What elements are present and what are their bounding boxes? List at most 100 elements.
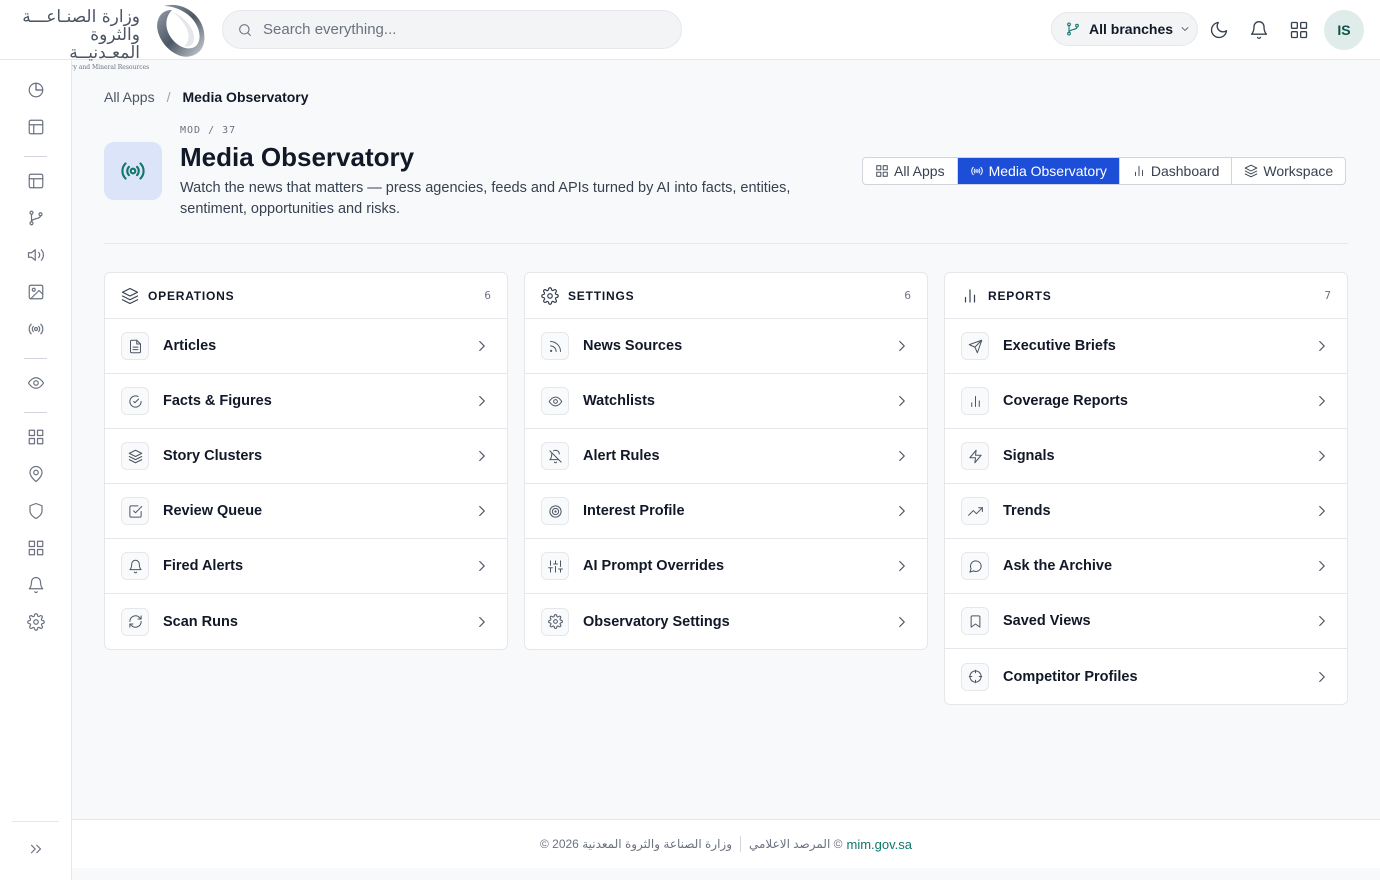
sidebar-item-media-observatory[interactable] — [24, 317, 48, 341]
link-observatory-settings[interactable]: Observatory Settings — [525, 594, 927, 649]
sidebar-item-apps[interactable] — [24, 425, 48, 449]
send-icon — [968, 339, 982, 353]
breadcrumb-separator: / — [166, 89, 171, 105]
moon-icon[interactable] — [1209, 20, 1229, 40]
search-input[interactable] — [263, 21, 643, 38]
row-label: Review Queue — [163, 503, 263, 519]
row-icon-box — [121, 442, 149, 470]
sidebar-item-branches[interactable] — [24, 206, 48, 230]
tab-workspace[interactable]: Workspace — [1232, 158, 1345, 184]
row-icon-box — [121, 607, 149, 636]
sidebar-item-locations[interactable] — [24, 462, 48, 486]
row-label: Coverage Reports — [1003, 393, 1128, 409]
broadcast-icon — [970, 166, 983, 176]
global-search[interactable] — [222, 10, 682, 49]
row-label: Ask the Archive — [1003, 558, 1113, 574]
sidebar-item-layout-2[interactable] — [24, 169, 48, 193]
tab-dashboard[interactable]: Dashboard — [1120, 158, 1233, 184]
footer-app-name: المرصد الاعلامي © — [749, 837, 843, 851]
shield-icon — [29, 502, 43, 520]
row-icon-box — [541, 332, 569, 360]
chevron-right-icon — [479, 505, 485, 517]
gear-icon — [27, 613, 45, 631]
sidebar-item-settings[interactable] — [24, 610, 48, 634]
link-news-sources[interactable]: News Sources — [525, 319, 927, 374]
search-icon — [239, 23, 251, 36]
sidebar-item-media[interactable] — [24, 280, 48, 304]
gear-icon — [541, 286, 559, 305]
section-header: OPERATIONS 6 — [105, 273, 507, 319]
bar-chart-icon — [1134, 165, 1143, 177]
tab-media-observatory[interactable]: Media Observatory — [957, 158, 1120, 184]
broadcast-icon — [121, 162, 145, 180]
link-executive-briefs[interactable]: Executive Briefs — [945, 319, 1347, 374]
row-label: Scan Runs — [163, 613, 238, 630]
link-scan-runs[interactable]: Scan Runs — [105, 594, 507, 649]
row-label: Fired Alerts — [163, 558, 244, 574]
footer-website-link[interactable]: mim.gov.sa — [847, 837, 913, 852]
link-trends[interactable]: Trends — [945, 484, 1347, 539]
branch-selector-label: All branches — [1089, 21, 1174, 37]
module-tabs: All Apps Media Observatory Dashboard Wor… — [862, 157, 1347, 185]
row-icon-box — [121, 497, 149, 525]
sidebar-item-announcements[interactable] — [24, 243, 48, 267]
logo-arabic-line2: والثروة المعـدنيــة — [69, 25, 140, 63]
footer-copyright: © 2026 وزارة الصناعة والثروة المعدنية — [539, 837, 732, 851]
row-icon-box — [961, 332, 989, 360]
breadcrumb-all-apps[interactable]: All Apps — [104, 89, 155, 105]
link-saved-views[interactable]: Saved Views — [945, 594, 1347, 649]
sidebar-item-watch[interactable] — [24, 371, 48, 395]
git-branch-icon — [29, 210, 43, 226]
sidebar-item-apps-2[interactable] — [24, 536, 48, 560]
chevron-right-icon — [899, 450, 905, 462]
megaphone-icon — [27, 249, 44, 261]
link-ask-the-archive[interactable]: Ask the Archive — [945, 539, 1347, 594]
row-icon-box — [961, 442, 989, 470]
chevron-right-icon — [479, 450, 485, 462]
ministry-logo[interactable]: وزارة الصنـاعـــة والثروة المعـدنيــة Mi… — [14, 2, 210, 71]
sidebar-item-analytics[interactable] — [24, 78, 48, 102]
row-label: Story Clusters — [163, 448, 263, 464]
link-articles[interactable]: Articles — [105, 319, 507, 374]
bell-icon — [28, 576, 44, 594]
link-alert-rules[interactable]: Alert Rules — [525, 429, 927, 484]
tab-all-apps[interactable]: All Apps — [863, 158, 958, 184]
link-fired-alerts[interactable]: Fired Alerts — [105, 539, 507, 594]
sidebar-separator — [24, 412, 47, 413]
link-competitor-profiles[interactable]: Competitor Profiles — [945, 649, 1347, 704]
row-icon-box — [961, 607, 989, 635]
link-interest-profile[interactable]: Interest Profile — [525, 484, 927, 539]
chevron-right-icon — [899, 340, 905, 352]
branch-selector[interactable]: All branches — [1051, 12, 1198, 46]
refresh-icon — [128, 615, 142, 628]
chevron-right-icon — [479, 616, 485, 627]
row-label: Trends — [1003, 503, 1051, 519]
apps-grid-icon[interactable] — [1289, 20, 1309, 40]
sidebar-expand-button[interactable] — [24, 837, 48, 861]
link-facts-figures[interactable]: Facts & Figures — [105, 374, 507, 429]
sidebar-item-layout[interactable] — [24, 115, 48, 139]
bell-icon[interactable] — [1249, 20, 1269, 40]
row-label: Facts & Figures — [163, 393, 272, 409]
sidebar-item-security[interactable] — [24, 499, 48, 523]
link-ai-prompt-overrides[interactable]: AI Prompt Overrides — [525, 539, 927, 594]
map-pin-icon — [29, 465, 43, 483]
row-icon-box — [961, 662, 989, 691]
page-title: Media Observatory — [180, 142, 415, 172]
target-icon — [548, 504, 562, 518]
sidebar-item-notifications[interactable] — [24, 573, 48, 597]
link-watchlists[interactable]: Watchlists — [525, 374, 927, 429]
chevron-right-icon — [899, 560, 905, 572]
bell-icon — [128, 559, 142, 573]
link-signals[interactable]: Signals — [945, 429, 1347, 484]
chevron-right-icon — [899, 505, 905, 517]
link-story-clusters[interactable]: Story Clusters — [105, 429, 507, 484]
user-avatar[interactable]: IS — [1324, 10, 1364, 50]
section-count: 7 — [1324, 289, 1331, 302]
bar-chart-icon — [964, 288, 976, 303]
sidebar-bottom-divider — [12, 821, 59, 822]
link-review-queue[interactable]: Review Queue — [105, 484, 507, 539]
link-coverage-reports[interactable]: Coverage Reports — [945, 374, 1347, 429]
row-icon-box — [121, 552, 149, 580]
chevron-right-icon — [1319, 450, 1325, 462]
